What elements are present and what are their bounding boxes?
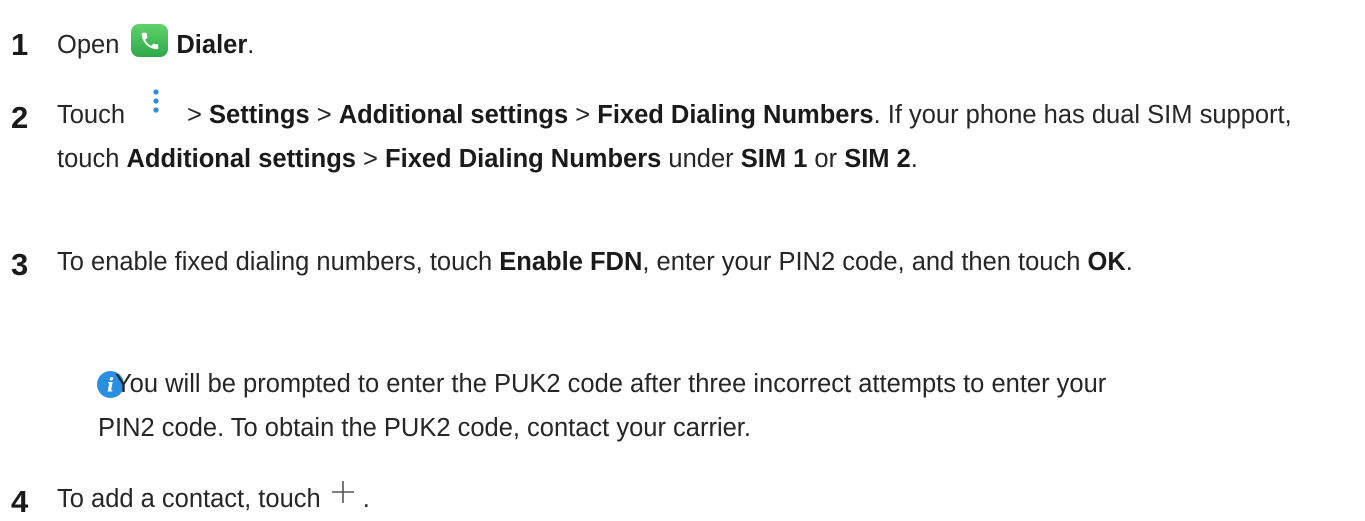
step-text-part: Touch [57, 101, 126, 129]
dialer-label: Dialer [176, 31, 248, 59]
step-text-part: . [362, 485, 370, 513]
step-text-part: > [568, 101, 598, 129]
additional-settings-label: Additional settings [126, 145, 356, 173]
note: You will be prompted to enter the PUK2 c… [77, 362, 1351, 450]
step-text-part: > [355, 145, 386, 173]
fdn-label: Fixed Dialing Numbers [385, 145, 662, 173]
step-text-part: > [309, 101, 339, 129]
additional-settings-label: Additional settings [338, 101, 569, 129]
step-text-part: . [247, 31, 255, 59]
step-text: To add a contact, touch. [57, 477, 1351, 521]
fdn-label: Fixed Dialing Numbers [597, 101, 874, 129]
step-text: To enable fixed dialing numbers, touch E… [57, 240, 1351, 284]
step-text-part: under [661, 145, 741, 173]
step-text: Open Dialer. [57, 23, 1351, 67]
ok-label: OK [1087, 248, 1126, 276]
step-text-part: Open [57, 31, 120, 59]
note-line-1: You will be prompted to enter the PUK2 c… [115, 370, 1107, 398]
step-text-part: , enter your PIN2 code, and then touch [642, 248, 1088, 276]
more-vertical-icon [125, 89, 187, 123]
enable-fdn-label: Enable FDN [499, 248, 643, 276]
step-number: 2 [11, 100, 29, 135]
step-text-part: . [1125, 248, 1133, 276]
step-number: 3 [11, 247, 29, 282]
sim-2-label: SIM 2 [844, 145, 911, 173]
sim-1-label: SIM 1 [740, 145, 808, 173]
step-text-part: To enable fixed dialing numbers, touch [57, 248, 500, 276]
step-text-part: > [187, 101, 210, 129]
phone-app-icon [131, 24, 169, 57]
step-number: 1 [11, 27, 29, 62]
settings-label: Settings [209, 101, 310, 129]
step-text: Touch > Settings > Additional settings > … [57, 89, 1345, 181]
note-line-2: PIN2 code. To obtain the PUK2 code, cont… [98, 414, 751, 442]
step-text-part: . [910, 145, 918, 173]
step-text-part: To add a contact, touch [57, 485, 321, 513]
step-number: 4 [11, 484, 29, 519]
step-text-part: or [807, 145, 845, 173]
plus-icon [321, 481, 363, 509]
